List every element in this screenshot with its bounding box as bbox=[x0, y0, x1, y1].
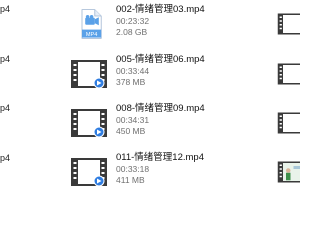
file-name: 002-情绪管理03.mp4 bbox=[116, 4, 205, 15]
file-item[interactable]: 011-情绪管理12.mp4 00:33:18 411 MB bbox=[70, 152, 260, 196]
video-file-icon[interactable] bbox=[277, 60, 300, 88]
left-file-name-fragment[interactable]: p4 bbox=[0, 153, 10, 164]
video-file-icon[interactable] bbox=[277, 109, 300, 137]
video-file-icon[interactable] bbox=[277, 10, 300, 38]
file-duration: 00:34:31 bbox=[116, 115, 150, 125]
left-file-name-fragment[interactable]: p4 bbox=[0, 54, 10, 65]
mp4-icon-label: MP4 bbox=[86, 32, 98, 38]
video-file-icon bbox=[71, 60, 107, 89]
file-explorer-content: p4 p4 p4 p4 MP4 002-情绪管理03.mp4 00:23:32 … bbox=[0, 0, 300, 200]
left-file-name-fragment[interactable]: p4 bbox=[0, 4, 10, 15]
file-size: 378 MB bbox=[116, 77, 146, 87]
video-file-icon bbox=[71, 158, 107, 187]
left-file-name-fragment[interactable]: p4 bbox=[0, 103, 10, 114]
file-item[interactable]: 005-情绪管理06.mp4 00:33:44 378 MB bbox=[70, 54, 260, 98]
file-duration: 00:33:18 bbox=[116, 164, 150, 174]
mp4-file-icon: MP4 bbox=[81, 9, 102, 39]
file-name: 011-情绪管理12.mp4 bbox=[116, 152, 204, 163]
file-size: 450 MB bbox=[116, 126, 146, 136]
video-thumbnail-icon[interactable] bbox=[277, 158, 300, 186]
file-size: 411 MB bbox=[116, 175, 145, 185]
file-name: 008-情绪管理09.mp4 bbox=[116, 103, 205, 114]
file-name: 005-情绪管理06.mp4 bbox=[116, 54, 205, 65]
file-duration: 00:23:32 bbox=[116, 16, 150, 26]
file-item[interactable]: MP4 002-情绪管理03.mp4 00:23:32 2.08 GB bbox=[70, 4, 260, 48]
file-size: 2.08 GB bbox=[116, 27, 148, 37]
video-file-icon bbox=[71, 109, 107, 138]
file-duration: 00:33:44 bbox=[116, 66, 150, 76]
file-item[interactable]: 008-情绪管理09.mp4 00:34:31 450 MB bbox=[70, 103, 260, 147]
